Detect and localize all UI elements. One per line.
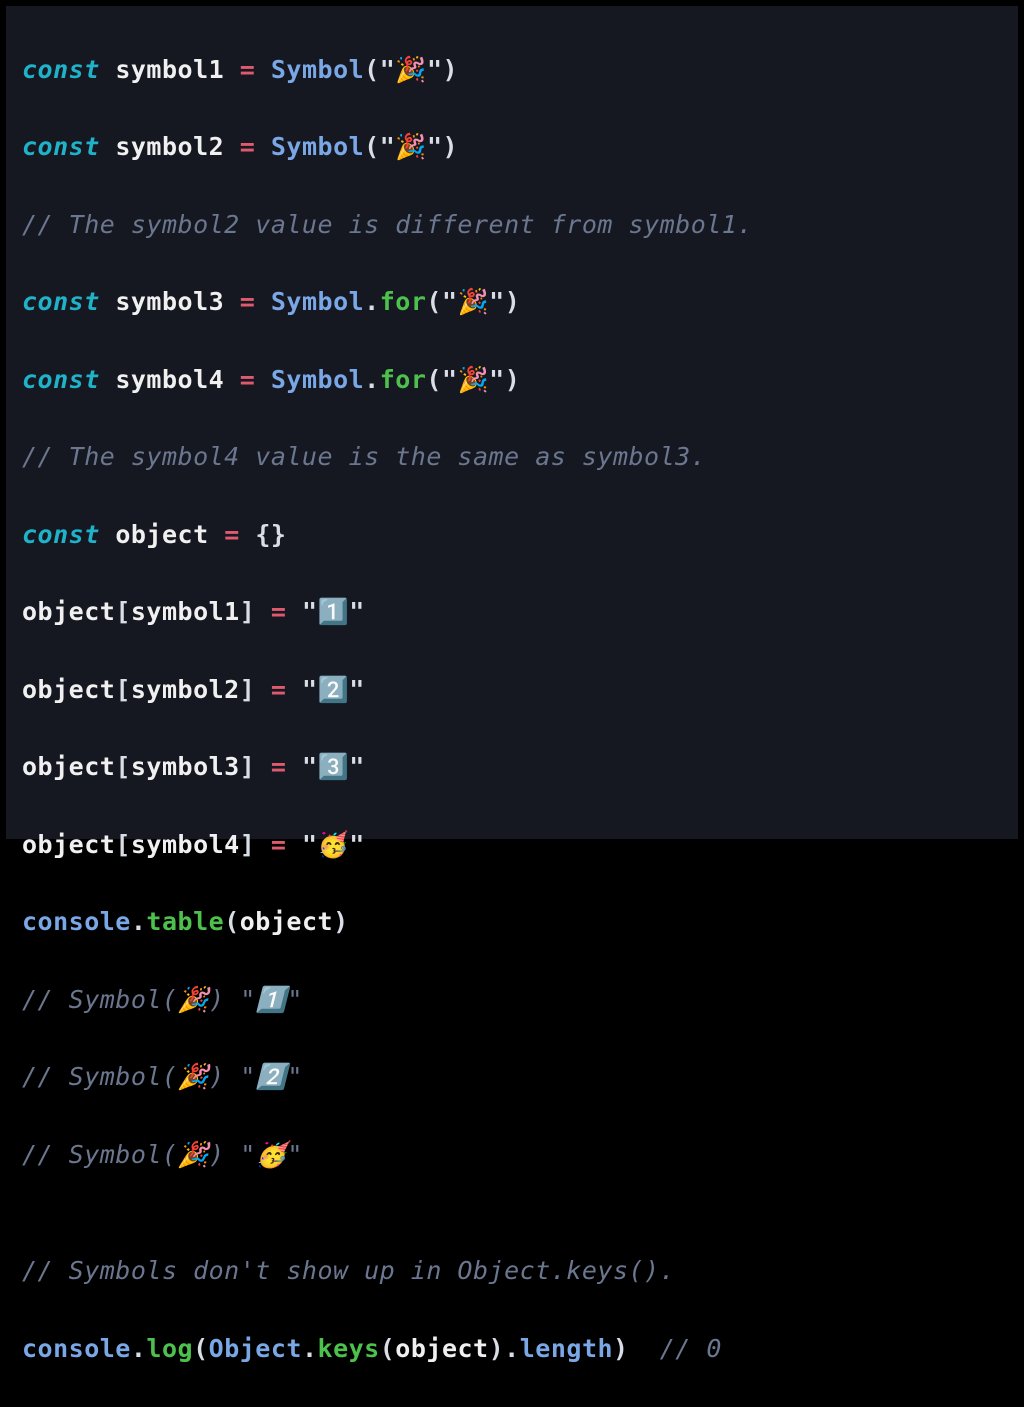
operator-assign: = <box>240 55 256 84</box>
emoji-party-popper: 🎉 <box>395 55 427 84</box>
method-for: for <box>380 287 427 316</box>
emoji-keycap-3: 3️⃣ <box>318 752 350 781</box>
emoji-keycap-2: 2️⃣ <box>318 675 350 704</box>
keyword-const: const <box>22 55 115 84</box>
code-line: console.table(object) <box>22 903 1002 942</box>
code-editor: const symbol1 = Symbol("🎉") const symbol… <box>6 6 1018 839</box>
identifier: symbol1 <box>115 55 224 84</box>
class-object: Object <box>209 1334 302 1363</box>
emoji-partying-face: 🥳 <box>318 830 350 859</box>
comment-trailing: // 0 <box>660 1334 722 1363</box>
property-length: length <box>520 1334 613 1363</box>
emoji-party-popper: 🎉 <box>458 287 490 316</box>
comment: // The symbol4 value is the same as symb… <box>22 438 1002 477</box>
emoji-party-popper: 🎉 <box>458 365 490 394</box>
method-table: table <box>146 907 224 936</box>
code-line: object[symbol1] = "1️⃣" <box>22 593 1002 632</box>
code-line: const symbol4 = Symbol.for("🎉") <box>22 361 1002 400</box>
comment: // Symbols don't show up in Object.keys(… <box>22 1252 1002 1291</box>
code-line: console.log(Object.keys(object).length) … <box>22 1330 1002 1369</box>
code-line: object[symbol3] = "3️⃣" <box>22 748 1002 787</box>
comment: // The symbol2 value is different from s… <box>22 206 1002 245</box>
comment-output: // Symbol(🎉) "2️⃣" <box>22 1058 1002 1097</box>
comment-output: // Symbol(🎉) "1️⃣" <box>22 981 1002 1020</box>
comment-output: // Symbol(🎉) "🥳" <box>22 1136 1002 1175</box>
code-line: const object = {} <box>22 516 1002 555</box>
class-symbol: Symbol <box>271 55 364 84</box>
method-keys: keys <box>318 1334 380 1363</box>
code-line: const symbol2 = Symbol("🎉") <box>22 128 1002 167</box>
console: console <box>22 907 131 936</box>
code-line: const symbol3 = Symbol.for("🎉") <box>22 283 1002 322</box>
emoji-party-popper: 🎉 <box>395 132 427 161</box>
emoji-keycap-1: 1️⃣ <box>318 597 350 626</box>
method-log: log <box>146 1334 193 1363</box>
code-line: const symbol1 = Symbol("🎉") <box>22 51 1002 90</box>
code-line: object[symbol4] = "🥳" <box>22 826 1002 865</box>
code-line: object[symbol2] = "2️⃣" <box>22 671 1002 710</box>
